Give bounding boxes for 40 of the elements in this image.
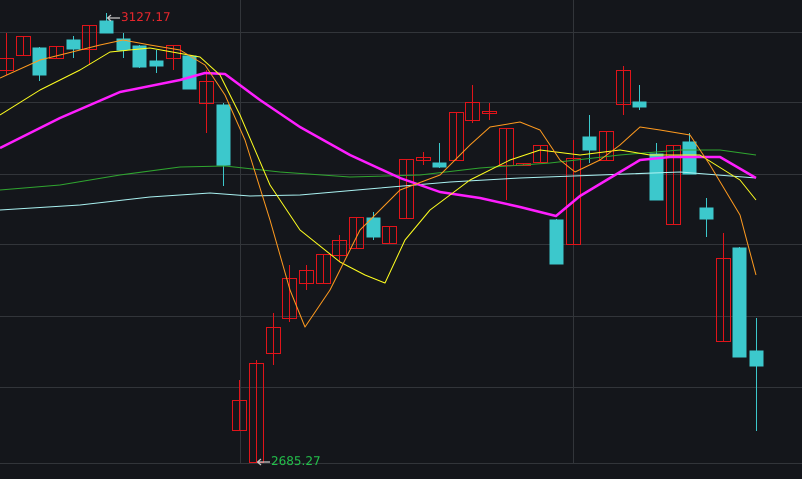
candlestick [700, 198, 714, 238]
candlestick [49, 46, 64, 59]
candlestick [132, 44, 146, 68]
candlestick [82, 24, 97, 66]
candlestick [349, 216, 364, 249]
candlestick [432, 142, 446, 168]
candlestick [16, 36, 31, 56]
candlestick [166, 44, 181, 70]
candlestick [66, 36, 80, 58]
candlestick [282, 264, 297, 322]
candlestick [332, 234, 347, 262]
candlestick [650, 142, 664, 200]
candlestick [232, 380, 247, 431]
candlestick [416, 152, 431, 166]
candlestick [449, 112, 464, 161]
candlestick [32, 46, 46, 82]
candlestick [599, 130, 614, 161]
candlestick [582, 114, 596, 164]
candlestick [100, 12, 114, 34]
high-price-label: 3127.17 [121, 10, 171, 25]
candlestick [482, 102, 497, 120]
candlestick [316, 254, 331, 284]
candlestick [533, 144, 548, 163]
candlestick [516, 162, 531, 166]
low-price-label: 2685.27 [271, 454, 321, 469]
candlestick [299, 264, 314, 290]
candlestick [0, 32, 14, 76]
candlestick [199, 70, 214, 134]
candlestick [465, 84, 480, 124]
candlestick [366, 212, 380, 240]
candlestick [116, 32, 130, 58]
candlestick [382, 226, 397, 244]
candlestick [266, 312, 281, 366]
arrow-icon [106, 14, 120, 22]
candlestick [399, 158, 414, 219]
candlestick [632, 84, 646, 110]
candlestick [150, 50, 164, 74]
arrow-icon [256, 458, 270, 466]
candlestick [616, 66, 631, 116]
candlestick [550, 218, 564, 264]
